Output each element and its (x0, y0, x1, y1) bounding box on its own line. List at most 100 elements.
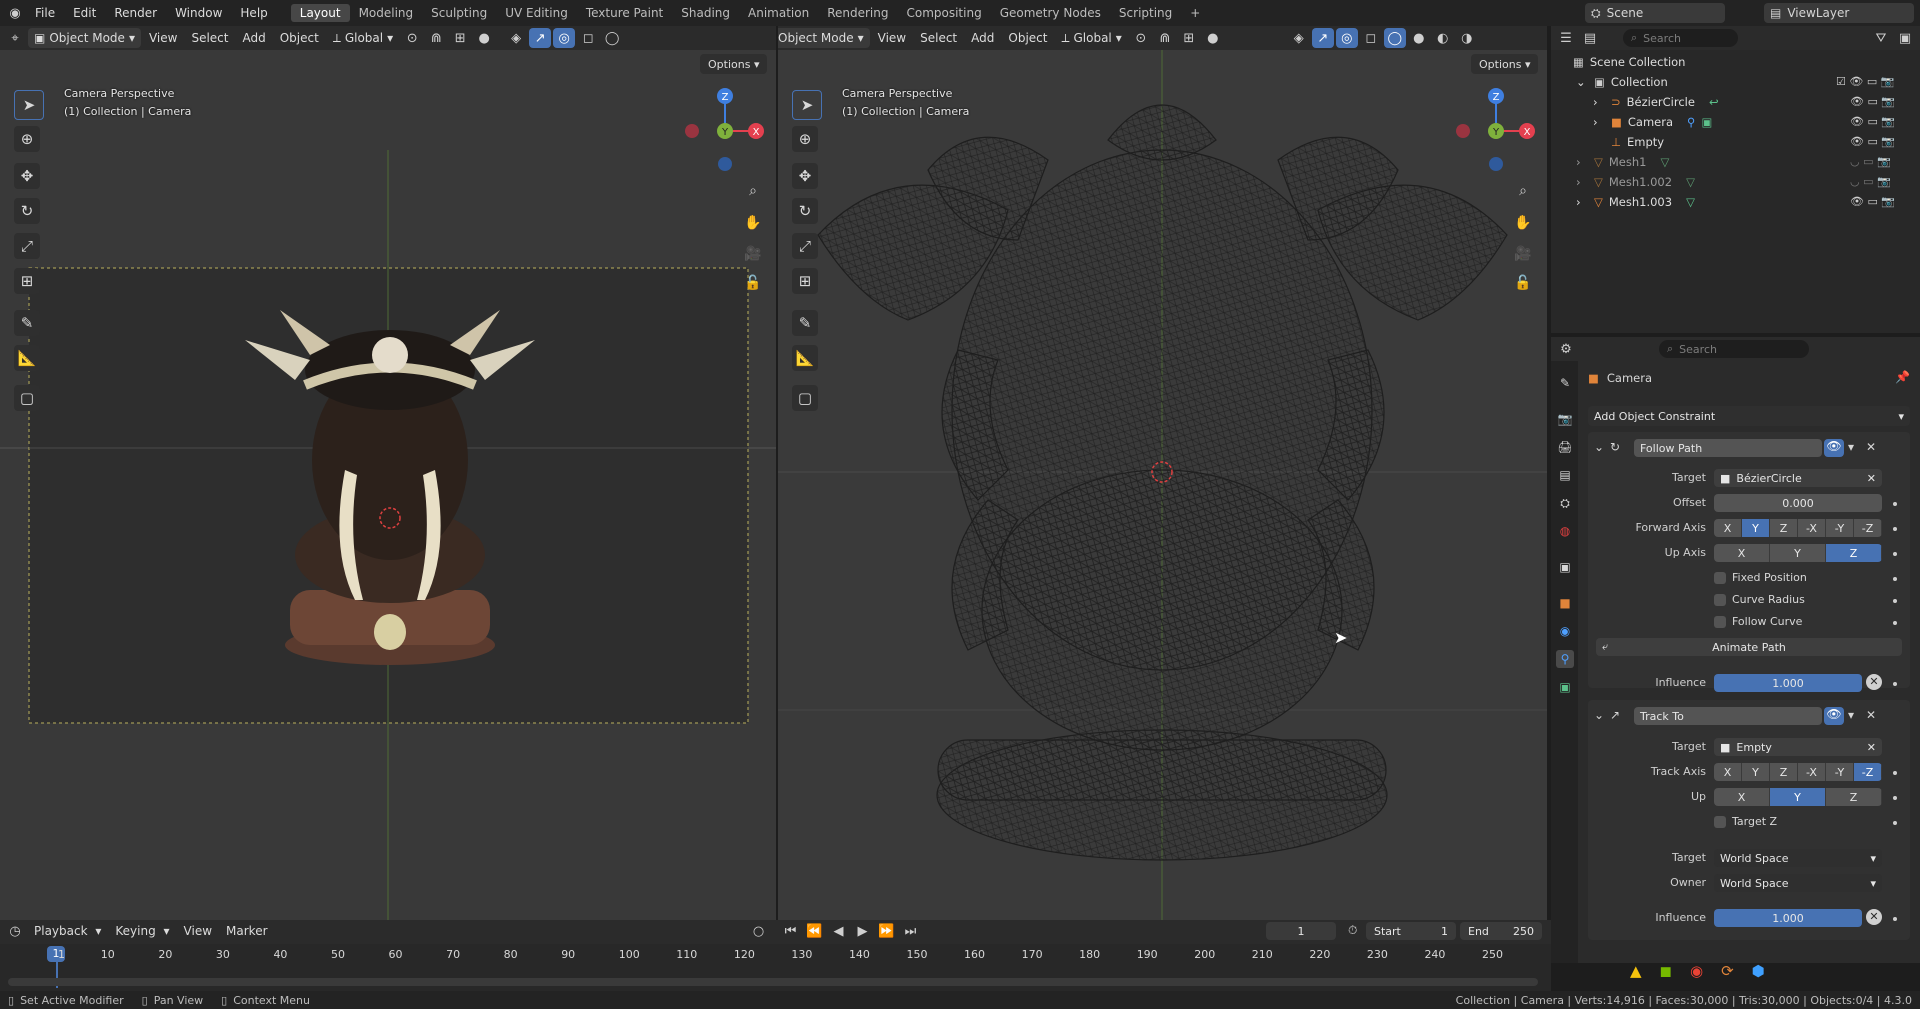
zoom-icon[interactable]: ⌕ (1512, 180, 1534, 202)
up-axis-selector[interactable]: X Y Z (1714, 544, 1882, 562)
keyframe-dot-icon[interactable] (1893, 682, 1897, 686)
expand-arrow-icon[interactable]: › (1593, 95, 1605, 109)
keying-menu[interactable]: Keying ▾ (109, 921, 175, 941)
target-space-dropdown[interactable]: World Space ▾ (1714, 849, 1882, 867)
filter-icon[interactable]: ⛛ (1870, 28, 1892, 48)
track-up-y[interactable]: Y (1770, 788, 1826, 806)
rotate-tool-icon[interactable]: ↻ (792, 198, 818, 224)
follow-path-name-field[interactable]: Follow Path (1634, 439, 1822, 457)
blender-logo-icon[interactable]: ◉ (4, 3, 26, 23)
transform-orientation-dropdown[interactable]: ⟂ Global ▾ (327, 28, 399, 48)
sync-app-icon[interactable]: ⟳ (1721, 962, 1734, 980)
rotate-tool-icon[interactable]: ↻ (14, 198, 40, 224)
menu-object[interactable]: Object (274, 28, 325, 48)
disable-keep-transform-icon[interactable]: ✕ (1866, 674, 1882, 690)
menu-edit[interactable]: Edit (64, 6, 105, 20)
material-shading-icon[interactable]: ◐ (1432, 28, 1454, 48)
annotate-tool-icon[interactable]: ✎ (14, 310, 40, 336)
options-dropdown[interactable]: Options ▾ (700, 54, 768, 74)
world-tab-icon[interactable]: ◍ (1556, 522, 1574, 540)
pan-hand-icon[interactable]: ✋ (742, 212, 764, 234)
expand-arrow-icon[interactable]: › (1576, 195, 1588, 209)
data-tab-icon[interactable]: ▣ (1556, 678, 1574, 696)
object-tab-icon[interactable]: ■ (1556, 594, 1574, 612)
track-axis-neg-y[interactable]: -Y (1826, 763, 1854, 781)
keyframe-dot-icon[interactable] (1893, 577, 1897, 581)
forward-axis-neg-y[interactable]: -Y (1826, 519, 1854, 537)
expand-arrow-icon[interactable]: ⌄ (1576, 75, 1588, 89)
tab-shading[interactable]: Shading (672, 4, 739, 22)
follow-path-enabled-eye-icon[interactable]: 👁 (1824, 439, 1844, 457)
track-axis-selector[interactable]: X Y Z -X -Y -Z (1714, 763, 1882, 781)
measure-tool-icon[interactable]: 📐 (14, 345, 40, 371)
visibility-row-icons[interactable]: 👁 ▭ 📷 (1836, 92, 1916, 112)
add-cube-tool-icon[interactable]: ▢ (792, 385, 818, 411)
view-layer-tab-icon[interactable]: ▤ (1556, 466, 1574, 484)
menu-file[interactable]: File (26, 6, 64, 20)
outliner-search[interactable]: ⌕ Search (1623, 29, 1738, 47)
disable-keep-transform-icon[interactable]: ✕ (1866, 909, 1882, 925)
visibility-row-icons[interactable]: 👁 ▭ 📷 (1836, 112, 1916, 132)
up-axis-x[interactable]: X (1714, 544, 1770, 562)
annotate-tool-icon[interactable]: ✎ (792, 310, 818, 336)
target-z-checkbox[interactable]: Target Z (1714, 815, 1777, 828)
expand-arrow-icon[interactable]: › (1593, 115, 1605, 129)
visibility-icon[interactable]: ◈ (505, 28, 527, 48)
visibility-row-icons[interactable]: ☑ 👁 ▭ 📷 (1836, 72, 1916, 92)
next-keyframe-icon[interactable]: ⏩ (876, 921, 898, 941)
stopwatch-icon[interactable]: ⏱ (1348, 923, 1357, 938)
pan-hand-icon[interactable]: ✋ (1512, 212, 1534, 234)
start-frame-field[interactable]: Start 1 (1366, 922, 1456, 940)
auto-keying-icon[interactable]: ○ (748, 921, 770, 941)
keyframe-dot-icon[interactable] (1893, 796, 1897, 800)
jump-start-icon[interactable]: ⏮ (780, 921, 802, 941)
render-tab-icon[interactable]: 📷 (1556, 410, 1574, 428)
track-to-name-field[interactable]: Track To (1634, 707, 1822, 725)
track-up-x[interactable]: X (1714, 788, 1770, 806)
properties-search[interactable]: ⌕ Search (1659, 340, 1809, 358)
animate-path-button[interactable]: ⤶ Animate Path (1596, 638, 1902, 656)
visibility-row-icons[interactable]: ◡ ▭ 📷 (1836, 152, 1916, 172)
keyframe-dot-icon[interactable] (1893, 917, 1897, 921)
tab-compositing[interactable]: Compositing (897, 4, 990, 22)
rendered-shading-icon[interactable]: ◑ (1456, 28, 1478, 48)
visibility-row-icons[interactable]: 👁 ▭ 📷 (1836, 132, 1916, 152)
play-reverse-icon[interactable]: ◀ (828, 921, 850, 941)
editor-type-icon[interactable]: ⌖ (4, 28, 26, 48)
wireframe-shading-icon[interactable]: ◯ (601, 28, 623, 48)
snap-icon[interactable]: ⋒ (1154, 28, 1176, 48)
output-tab-icon[interactable]: 🖨 (1556, 438, 1574, 456)
menu-add[interactable]: Add (236, 28, 271, 48)
keyframe-dot-icon[interactable] (1893, 599, 1897, 603)
display-mode-icon[interactable]: ▤ (1579, 28, 1601, 48)
camera-view-icon[interactable]: 🎥 (1512, 243, 1534, 265)
marker-menu[interactable]: Marker (220, 921, 273, 941)
xray-icon[interactable]: ◻ (1360, 28, 1382, 48)
solid-shading-icon[interactable]: ● (1408, 28, 1430, 48)
tab-texture-paint[interactable]: Texture Paint (577, 4, 672, 22)
jump-end-icon[interactable]: ⏭ (900, 921, 922, 941)
properties-editor-icon[interactable]: ⚙ (1555, 339, 1577, 359)
constraint-menu-chevron-icon[interactable]: ▾ (1848, 708, 1854, 722)
options-dropdown-right[interactable]: Options ▾ (1471, 54, 1539, 74)
play-icon[interactable]: ▶ (852, 921, 874, 941)
tab-geometry-nodes[interactable]: Geometry Nodes (991, 4, 1110, 22)
collapse-arrow-icon[interactable]: ⌄ (1594, 440, 1604, 454)
tab-rendering[interactable]: Rendering (818, 4, 897, 22)
track-axis-neg-x[interactable]: -X (1798, 763, 1826, 781)
forward-axis-x[interactable]: X (1714, 519, 1742, 537)
forward-axis-z[interactable]: Z (1770, 519, 1798, 537)
keyframe-dot-icon[interactable] (1893, 502, 1897, 506)
scene-tab-icon[interactable]: ⛭ (1556, 494, 1574, 512)
expand-arrow-icon[interactable]: › (1576, 175, 1588, 189)
transform-tool-icon[interactable]: ⊞ (14, 268, 40, 294)
follow-path-influence-slider[interactable]: 1.000 (1714, 674, 1862, 692)
track-axis-x[interactable]: X (1714, 763, 1742, 781)
track-axis-z[interactable]: Z (1770, 763, 1798, 781)
shield-app-icon[interactable]: ⬢ (1752, 962, 1765, 980)
proportional-edit-icon[interactable]: ● (1202, 28, 1224, 48)
visibility-icon[interactable]: ◈ (1288, 28, 1310, 48)
current-frame-field[interactable]: 1 (1266, 922, 1336, 940)
snap-icon[interactable]: ⋒ (425, 28, 447, 48)
track-up-axis-selector[interactable]: X Y Z (1714, 788, 1882, 806)
